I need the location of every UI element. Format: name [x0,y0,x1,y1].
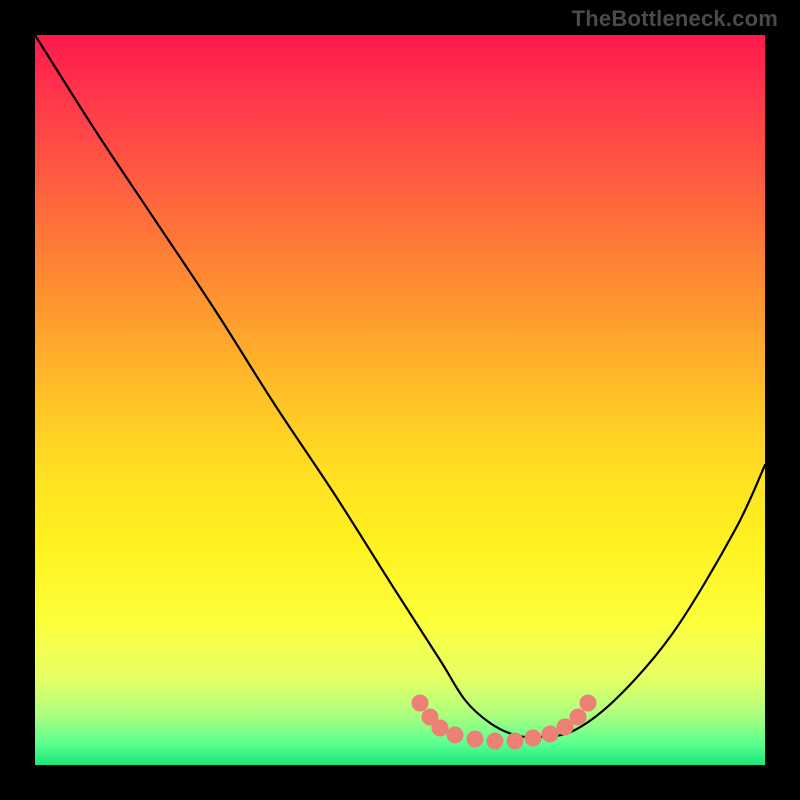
valley-dot [580,695,597,712]
valley-dot [507,733,524,750]
valley-dot [447,727,464,744]
valley-dot [487,733,504,750]
curve-layer [35,35,765,765]
valley-dot [432,720,449,737]
watermark-label: TheBottleneck.com [572,6,778,32]
valley-dot [525,730,542,747]
bottleneck-curve [35,35,765,737]
valley-dot [542,726,559,743]
chart-frame: TheBottleneck.com [0,0,800,800]
valley-dot [467,731,484,748]
valley-dot [570,709,587,726]
valley-dot [412,695,429,712]
plot-area [35,35,765,765]
valley-dots [412,695,597,750]
